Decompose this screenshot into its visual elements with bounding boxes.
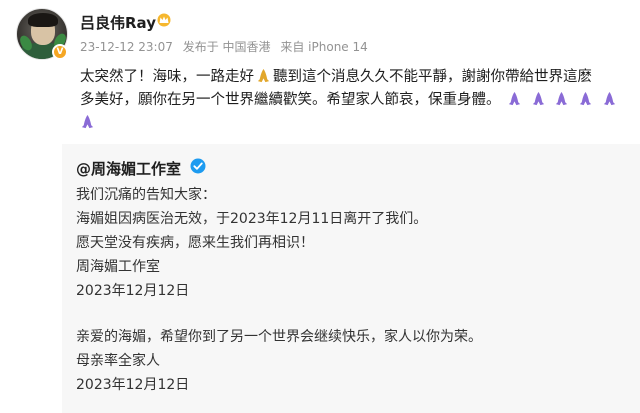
repost-line: 海媚姐因病医治无效，于2023年12月11日离开了我们。 <box>76 211 428 227</box>
avatar-hair <box>28 13 58 27</box>
praying-hands-icon <box>603 91 615 106</box>
praying-hands-icon <box>81 114 94 129</box>
post-text-line2: 多美好，願你在另一个世界繼續歡笑。希望家人節哀，保重身體。 <box>80 92 501 108</box>
repost-line: 周海媚工作室 <box>76 259 160 275</box>
repost-line: 亲爱的海媚，希望你到了另一个世界会继续快乐，家人以你为荣。 <box>76 329 482 345</box>
post-device: 来自 iPhone 14 <box>280 40 368 54</box>
repost-line: 2023年12月12日 <box>76 283 190 299</box>
praying-hands-icon <box>532 91 544 106</box>
post-body: 太突然了！海味，一路走好 聽到這个消息久久不能平靜，謝謝你帶給世界這麽 多美好，願… <box>80 66 636 135</box>
praying-hands-icon <box>556 91 568 106</box>
repost-card[interactable]: @周海媚工作室 我们沉痛的告知大家： 海媚姐因病医治无效，于2023年12月11… <box>62 144 640 413</box>
post-date[interactable]: 23-12-12 23:07 <box>80 40 173 54</box>
repost-author[interactable]: @周海媚工作室 <box>76 158 181 179</box>
praying-hands-icon <box>257 68 270 83</box>
verified-badge-icon: V <box>52 44 68 60</box>
verified-blue-icon <box>190 158 206 174</box>
post-text-part2: 聽到這个消息久久不能平靜，謝謝你帶給世界這麽 <box>273 69 592 85</box>
post-meta: 23-12-12 23:07 发布于 中国香港 来自 iPhone 14 <box>80 38 374 55</box>
repost-line: 我们沉痛的告知大家： <box>76 187 216 203</box>
username[interactable]: 吕良伟Ray <box>80 12 156 33</box>
weibo-post: V 吕良伟Ray 23-12-12 23:07 发布于 中国香港 来自 iPho… <box>0 0 640 140</box>
post-location: 发布于 中国香港 <box>182 40 271 54</box>
praying-hands-icon <box>579 91 592 106</box>
praying-hands-icon <box>508 91 521 106</box>
repost-line: 母亲率全家人 <box>76 353 160 369</box>
repost-line: 愿天堂没有疾病，愿来生我们再相识！ <box>76 235 314 251</box>
crown-icon[interactable] <box>156 13 172 27</box>
post-text-part1: 太突然了！海味，一路走好 <box>80 69 254 85</box>
repost-line: 2023年12月12日 <box>76 377 190 393</box>
